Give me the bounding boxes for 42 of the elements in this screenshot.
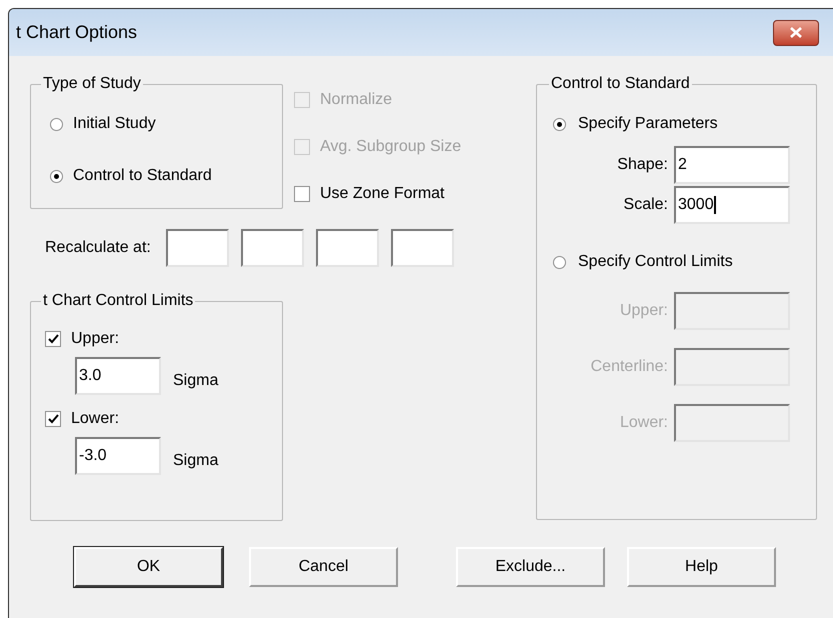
radio-button[interactable] bbox=[553, 118, 566, 130]
radio-button[interactable] bbox=[553, 256, 566, 268]
field-label: Upper: bbox=[620, 301, 668, 321]
checkbox[interactable] bbox=[45, 411, 61, 427]
unit-label: Sigma bbox=[173, 371, 218, 391]
field-label: Lower: bbox=[620, 413, 668, 433]
radio-label: Initial Study bbox=[73, 114, 156, 134]
radio-label: Specify Control Limits bbox=[578, 252, 733, 272]
group-title: Control to Standard bbox=[550, 74, 691, 94]
input-field[interactable]: 2 bbox=[674, 146, 790, 184]
radio-label: Specify Parameters bbox=[578, 114, 718, 134]
field-label: Shape: bbox=[617, 155, 668, 175]
input-field[interactable] bbox=[240, 229, 304, 267]
input-field[interactable]: 3000 bbox=[674, 186, 790, 224]
input-field[interactable] bbox=[390, 229, 454, 267]
group-title: t Chart Control Limits bbox=[42, 291, 194, 311]
radio-button[interactable] bbox=[50, 118, 63, 130]
close-button[interactable] bbox=[773, 20, 819, 46]
unit-label: Sigma bbox=[173, 451, 218, 471]
input-field[interactable] bbox=[316, 229, 379, 267]
input-field[interactable]: -3.0 bbox=[75, 437, 161, 475]
recalculate-label: Recalculate at: bbox=[45, 238, 151, 258]
radio-label: Control to Standard bbox=[73, 166, 212, 186]
checkbox-label: Lower: bbox=[71, 409, 120, 429]
dialog-button[interactable]: Help bbox=[627, 547, 776, 587]
dialog-button[interactable]: Exclude... bbox=[456, 547, 605, 587]
dialog-button[interactable]: Cancel bbox=[249, 547, 398, 587]
group-title: Type of Study bbox=[42, 74, 142, 94]
dialog-button[interactable]: OK bbox=[74, 547, 223, 587]
checkbox-label: Avg. Subgroup Size bbox=[320, 137, 462, 157]
checkbox[interactable] bbox=[294, 186, 310, 202]
checkbox-label: Upper: bbox=[71, 329, 120, 349]
checkbox-label: Normalize bbox=[320, 90, 392, 110]
input-field[interactable] bbox=[166, 229, 229, 267]
input-field[interactable]: 3.0 bbox=[75, 357, 161, 395]
radio-button[interactable] bbox=[50, 170, 63, 182]
window-title: t Chart Options bbox=[16, 21, 138, 44]
field-label: Centerline: bbox=[590, 357, 668, 377]
close-icon bbox=[790, 27, 802, 38]
field-label: Scale: bbox=[624, 195, 668, 215]
checkbox[interactable] bbox=[45, 331, 61, 347]
checkbox-label: Use Zone Format bbox=[320, 184, 444, 204]
